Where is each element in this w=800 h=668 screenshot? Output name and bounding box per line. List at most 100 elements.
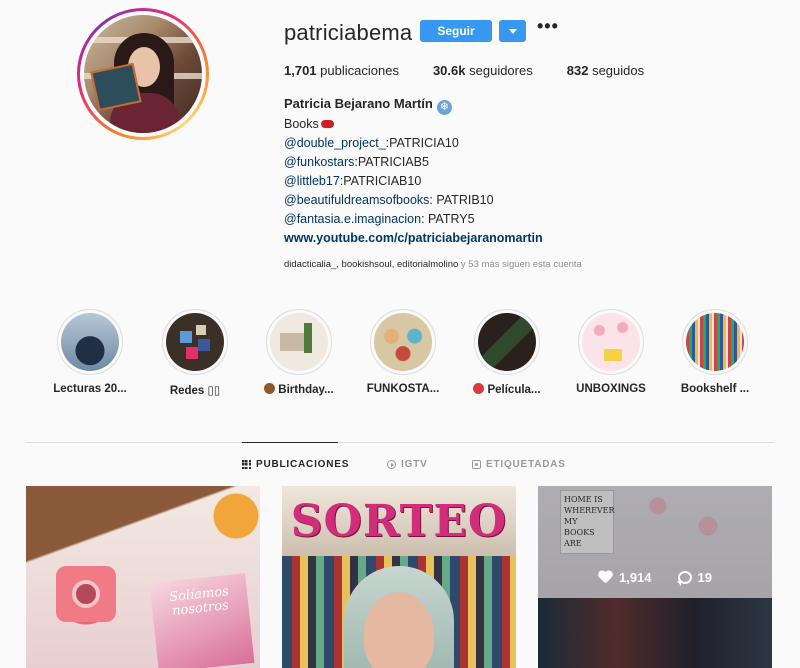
tabs-divider — [26, 442, 774, 443]
highlight-label-text: Birthday... — [278, 384, 334, 396]
profile-avatar[interactable] — [77, 8, 209, 140]
tab-tagged[interactable]: ETIQUETADAS — [472, 459, 566, 470]
cake-icon — [264, 383, 276, 394]
highlight-item[interactable]: Lecturas 20... — [40, 309, 140, 395]
bio-code-line: @littleb17:PATRICIAB10 — [284, 172, 543, 191]
stat-value: 30.6k — [432, 63, 466, 78]
comment-icon — [676, 570, 692, 586]
posts-count: 1,701 publicaciones — [284, 63, 399, 78]
tab-igtv[interactable]: IGTV — [387, 459, 428, 470]
post-tile[interactable]: Solíamos nosotros — [26, 486, 260, 668]
igtv-icon — [387, 460, 396, 469]
highlight-item[interactable]: FUNKOSTA... — [353, 309, 453, 395]
highlight-cover — [582, 313, 640, 371]
bio-code-line: @beautifuldreamsofbooks: PATRIB10 — [284, 191, 543, 210]
highlight-ring — [474, 309, 540, 375]
highlight-label-text: Película... — [487, 384, 541, 396]
bio-url-line: www.youtube.com/c/patriciabejaranomartin — [284, 229, 543, 248]
external-url-link[interactable]: www.youtube.com/c/patriciabejaranomartin — [284, 231, 543, 245]
highlight-ring — [370, 309, 436, 375]
post-hover-overlay: 1,914 19 — [538, 486, 772, 668]
snowflake-icon: ❄ — [436, 100, 452, 115]
camera-lens — [72, 580, 100, 608]
highlight-ring — [162, 309, 228, 375]
discount-code: :PATRICIAB10 — [339, 174, 422, 188]
highlight-cover — [270, 313, 328, 371]
likes-count: 1,914 — [618, 569, 652, 585]
highlight-item[interactable]: Birthday... — [249, 309, 349, 396]
comments-count: 19 — [697, 569, 712, 585]
stat-label: publicaciones — [320, 63, 399, 78]
book-cover-face — [344, 566, 454, 668]
avatar-photo — [84, 15, 202, 133]
discount-code: :PATRICIA10 — [385, 136, 459, 150]
suggested-dropdown-button[interactable] — [499, 20, 526, 42]
bio-code-line: @double_project_:PATRICIA10 — [284, 134, 543, 153]
stat-value: 1,701 — [284, 63, 317, 78]
bio-code-line: @funkostars:PATRICIAB5 — [284, 153, 543, 172]
highlight-cover — [374, 313, 432, 371]
post-tile[interactable]: HOME IS WHEREVER MY BOOKS ARE 1,914 19 — [538, 486, 772, 668]
mention-link[interactable]: @littleb17 — [284, 174, 340, 188]
discount-code: :PATRICIAB5 — [354, 155, 429, 169]
followers-link[interactable]: 30.6k seguidores — [433, 63, 533, 78]
book-cover-image: Solíamos nosotros — [149, 573, 255, 668]
mention-link[interactable]: @fantasia.e.imaginacion — [284, 212, 421, 226]
full-name-text: Patricia Bejarano Martín — [284, 96, 433, 111]
bio-text: Books — [284, 117, 319, 131]
followed-by-names: didacticalia_, bookishsoul, editorialmol… — [284, 259, 459, 270]
followed-by-suffix: y 53 más siguen esta cuenta — [458, 259, 582, 270]
followed-by[interactable]: didacticalia_, bookishsoul, editorialmol… — [284, 259, 582, 270]
giveaway-title: SORTEO — [290, 496, 508, 547]
highlight-cover — [166, 313, 224, 371]
highlight-label: Bookshelf ... — [680, 383, 750, 395]
highlight-cover — [686, 313, 744, 371]
profile-stats: 1,701 publicaciones 30.6k seguidores 832… — [284, 63, 678, 78]
tagged-icon — [472, 460, 481, 469]
highlight-ring — [682, 309, 748, 375]
grid-icon — [242, 460, 251, 469]
bio-code-line: @fantasia.e.imaginacion: PATRY5 — [284, 210, 543, 229]
follow-button[interactable]: Seguir — [420, 20, 492, 42]
mention-link[interactable]: @beautifuldreamsofbooks — [284, 193, 429, 207]
highlight-label: Película... — [457, 383, 557, 396]
likes-stat: 1,914 — [598, 570, 652, 585]
highlight-item[interactable]: Redes ▯▯ — [145, 309, 245, 397]
stat-label: seguidores — [469, 63, 533, 78]
mention-link[interactable]: @double_project_ — [284, 136, 386, 150]
mention-link[interactable]: @funkostars — [284, 155, 354, 169]
avatar-frame — [80, 11, 206, 137]
tab-label: ETIQUETADAS — [486, 459, 566, 470]
santa-icon — [473, 383, 485, 394]
following-link[interactable]: 832 seguidos — [567, 63, 644, 78]
highlight-label: Redes ▯▯ — [169, 385, 221, 397]
highlight-cover — [61, 313, 119, 371]
bio-line: Books — [284, 115, 543, 134]
profile-username: patriciabema — [284, 20, 413, 45]
more-options-icon[interactable]: ••• — [537, 16, 559, 37]
highlight-ring — [266, 309, 332, 375]
discount-code: : PATRIB10 — [429, 193, 494, 207]
highlight-label: Birthday... — [249, 383, 349, 396]
profile-bio: Books @double_project_:PATRICIA10 @funko… — [284, 115, 543, 248]
book-title: Solíamos nosotros — [168, 584, 230, 619]
lips-icon — [320, 120, 334, 128]
profile-full-name: Patricia Bejarano Martín ❄ — [284, 96, 452, 115]
discount-code: : PATRY5 — [421, 212, 475, 226]
tab-label: IGTV — [401, 459, 428, 470]
comments-stat: 19 — [676, 569, 712, 586]
highlight-ring — [578, 309, 644, 375]
stat-label: seguidos — [592, 63, 645, 78]
highlight-label: FUNKOSTA... — [366, 383, 440, 395]
cover-face-skin — [364, 592, 434, 668]
instax-camera-image — [56, 566, 116, 622]
highlight-item[interactable]: Película... — [457, 309, 557, 396]
highlight-label: UNBOXINGS — [576, 383, 646, 395]
stat-value: 832 — [566, 63, 589, 78]
highlight-ring — [57, 309, 123, 375]
highlight-cover — [478, 313, 536, 371]
highlight-item[interactable]: UNBOXINGS — [561, 309, 661, 395]
post-tile[interactable]: SORTEO — [282, 486, 516, 668]
tab-posts[interactable]: PUBLICACIONES — [242, 459, 349, 470]
highlight-item[interactable]: Bookshelf ... — [665, 309, 765, 395]
